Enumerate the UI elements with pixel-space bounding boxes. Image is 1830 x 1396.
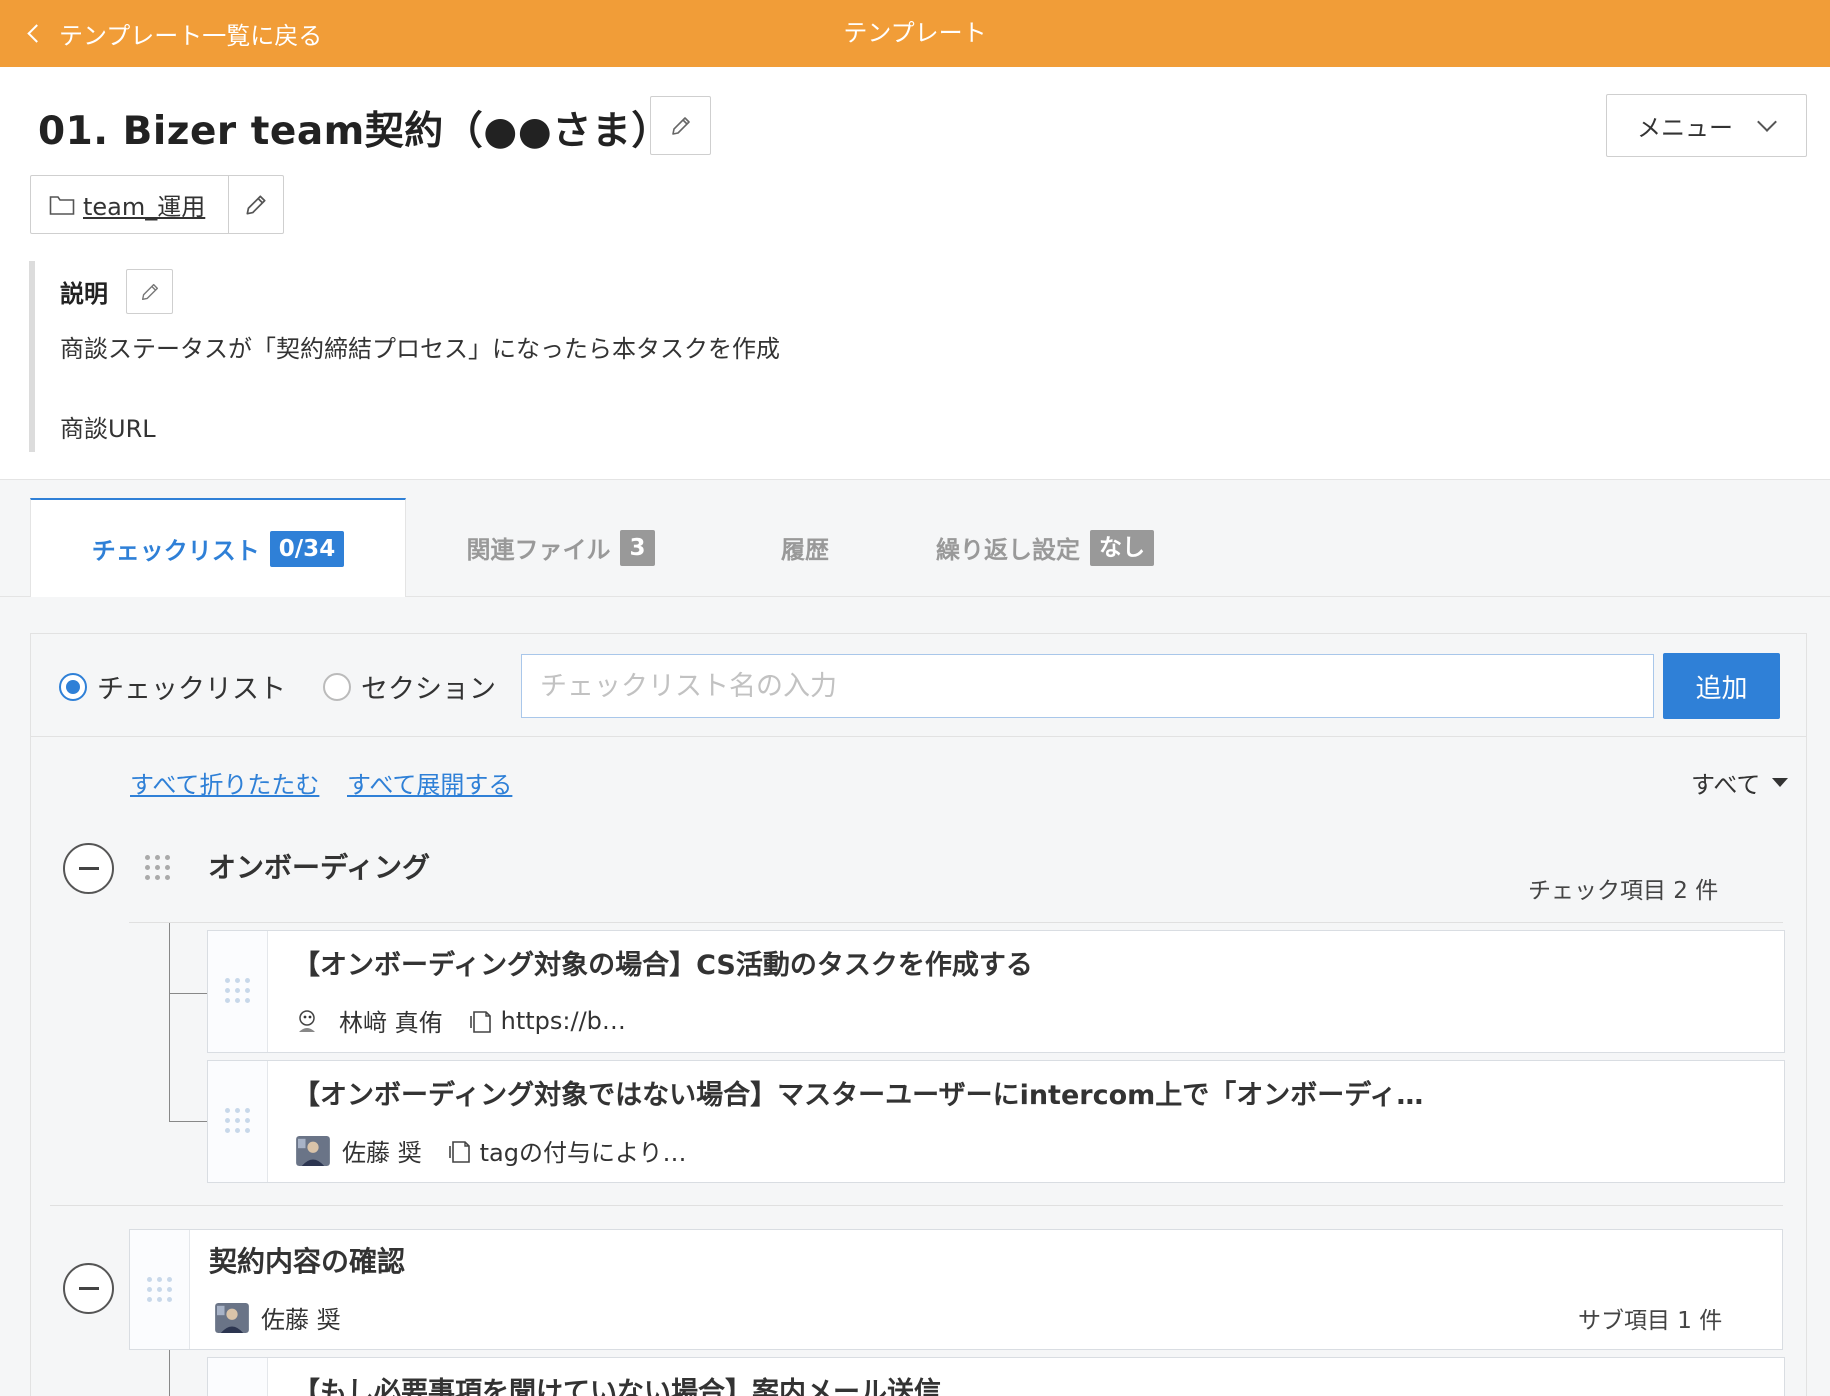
item-title: 【オンボーディング対象ではない場合】マスターユーザーにintercom上で「オン… bbox=[293, 1080, 1424, 1111]
menu-label: メニュー bbox=[1637, 114, 1733, 142]
drag-handle-icon[interactable] bbox=[147, 1277, 172, 1302]
avatar bbox=[299, 1009, 315, 1032]
item-meta: 佐藤 奨 tagの付与により… bbox=[296, 1133, 687, 1168]
avatar bbox=[296, 1135, 330, 1166]
filter-dropdown[interactable]: すべて bbox=[1691, 765, 1789, 800]
tab-badge: 0/34 bbox=[269, 530, 345, 567]
drag-handle-icon[interactable] bbox=[225, 1108, 250, 1133]
top-bar: テンプレート一覧に戻る テンプレート bbox=[0, 0, 1830, 67]
back-to-templates-link[interactable]: テンプレート一覧に戻る bbox=[24, 0, 322, 67]
collapse-section-button[interactable] bbox=[63, 1263, 114, 1314]
chevron-down-icon bbox=[1757, 112, 1777, 132]
tab-label: 繰り返し設定 bbox=[936, 536, 1080, 564]
collapse-all-link[interactable]: すべて折りたたむ bbox=[130, 765, 319, 800]
edit-folder-button[interactable] bbox=[229, 176, 283, 233]
section-title: オンボーディング bbox=[208, 851, 431, 884]
radio-section[interactable]: セクション bbox=[323, 667, 496, 706]
add-button[interactable]: 追加 bbox=[1663, 653, 1780, 719]
pencil-icon bbox=[671, 116, 690, 135]
collapse-section-button[interactable] bbox=[63, 843, 114, 894]
section-item-count: サブ項目 1 件 bbox=[1578, 1308, 1723, 1334]
folder-box: team_運用 bbox=[30, 175, 284, 234]
tree-line bbox=[169, 993, 207, 994]
checklist-item[interactable]: 【もし必要事項を聞けていない場合】案内メール送信 bbox=[207, 1357, 1785, 1396]
note-icon bbox=[448, 1140, 470, 1163]
section-meta: 佐藤 奨 bbox=[215, 1300, 341, 1335]
caret-down-icon bbox=[1772, 778, 1789, 787]
item-meta: 林﨑 真侑 https://b… bbox=[293, 1003, 626, 1038]
section-divider bbox=[50, 1205, 1783, 1206]
tab-related-files[interactable]: 関連ファイル 3 bbox=[406, 498, 715, 597]
item-title: 【もし必要事項を聞けていない場合】案内メール送信 bbox=[293, 1377, 941, 1396]
radio-label: セクション bbox=[361, 674, 496, 705]
tab-label: 関連ファイル bbox=[466, 536, 611, 564]
back-link-label: テンプレート一覧に戻る bbox=[59, 22, 323, 50]
drag-handle-icon[interactable] bbox=[225, 978, 250, 1003]
radio-checklist[interactable]: チェックリスト bbox=[59, 667, 286, 706]
radio-dot bbox=[323, 672, 351, 701]
template-title: 01. Bizer team契約（●●さま） bbox=[38, 109, 671, 154]
pencil-icon bbox=[246, 194, 266, 215]
description-text: 商談URL bbox=[60, 415, 156, 443]
item-handle[interactable] bbox=[208, 931, 268, 1052]
assignee-name: 佐藤 奨 bbox=[261, 1306, 341, 1334]
checklist-name-input[interactable] bbox=[521, 654, 1654, 718]
item-handle[interactable] bbox=[208, 1061, 268, 1182]
avatar bbox=[215, 1302, 249, 1333]
drag-handle-icon[interactable] bbox=[145, 855, 170, 880]
tree-line bbox=[169, 1350, 170, 1396]
item-note: https://b… bbox=[500, 1006, 626, 1035]
section-divider bbox=[129, 922, 1783, 923]
description-block: 説明 商談ステータスが「契約締結プロセス」になったら本タスクを作成 商談URL bbox=[29, 261, 929, 452]
tab-checklist[interactable]: チェックリスト 0/34 bbox=[30, 498, 406, 597]
folder-link[interactable]: team_運用 bbox=[31, 176, 229, 233]
chevron-left-icon bbox=[27, 24, 46, 43]
tab-badge: 3 bbox=[620, 529, 655, 566]
description-text: 商談ステータスが「契約締結プロセス」になったら本タスクを作成 bbox=[60, 335, 780, 363]
filter-label: すべて bbox=[1691, 771, 1761, 799]
add-item-row: チェックリスト セクション 追加 bbox=[31, 634, 1806, 737]
expand-all-link[interactable]: すべて展開する bbox=[347, 765, 512, 800]
tree-line bbox=[169, 1121, 207, 1122]
folder-icon bbox=[49, 195, 75, 215]
section-item-count: チェック項目 2 件 bbox=[1528, 878, 1719, 904]
section-card[interactable]: 契約内容の確認 佐藤 奨 サブ項目 1 件 bbox=[129, 1229, 1783, 1350]
folder-name: team_運用 bbox=[83, 193, 206, 221]
tree-line bbox=[169, 923, 170, 1122]
item-handle[interactable] bbox=[208, 1358, 268, 1396]
section-handle[interactable] bbox=[130, 1230, 190, 1349]
radio-dot bbox=[59, 672, 87, 701]
assignee-name: 佐藤 奨 bbox=[342, 1139, 422, 1167]
checklist-item[interactable]: 【オンボーディング対象ではない場合】マスターユーザーにintercom上で「オン… bbox=[207, 1060, 1785, 1183]
tab-label: チェックリスト bbox=[91, 537, 260, 565]
item-note: tagの付与により… bbox=[479, 1139, 687, 1167]
description-header: 説明 bbox=[60, 269, 173, 314]
tab-label: 履歴 bbox=[781, 536, 829, 564]
tab-history[interactable]: 履歴 bbox=[715, 498, 895, 597]
menu-dropdown-button[interactable]: メニュー bbox=[1606, 94, 1807, 157]
note-icon bbox=[469, 1010, 491, 1033]
tab-repeat-settings[interactable]: 繰り返し設定 なし bbox=[895, 498, 1195, 597]
item-title: 【オンボーディング対象の場合】CS活動のタスクを作成する bbox=[293, 950, 1033, 981]
description-label: 説明 bbox=[60, 280, 108, 308]
section-title: 契約内容の確認 bbox=[209, 1245, 406, 1278]
radio-label: チェックリスト bbox=[97, 674, 286, 705]
checklist-item[interactable]: 【オンボーディング対象の場合】CS活動のタスクを作成する 林﨑 真侑 https… bbox=[207, 930, 1785, 1053]
assignee-name: 林﨑 真侑 bbox=[339, 1009, 443, 1037]
tab-badge: なし bbox=[1090, 529, 1154, 566]
edit-title-button[interactable] bbox=[650, 96, 711, 155]
tab-bar: チェックリスト 0/34 関連ファイル 3 履歴 繰り返し設定 なし bbox=[30, 498, 1195, 597]
pencil-icon bbox=[141, 283, 158, 300]
edit-description-button[interactable] bbox=[126, 269, 173, 314]
